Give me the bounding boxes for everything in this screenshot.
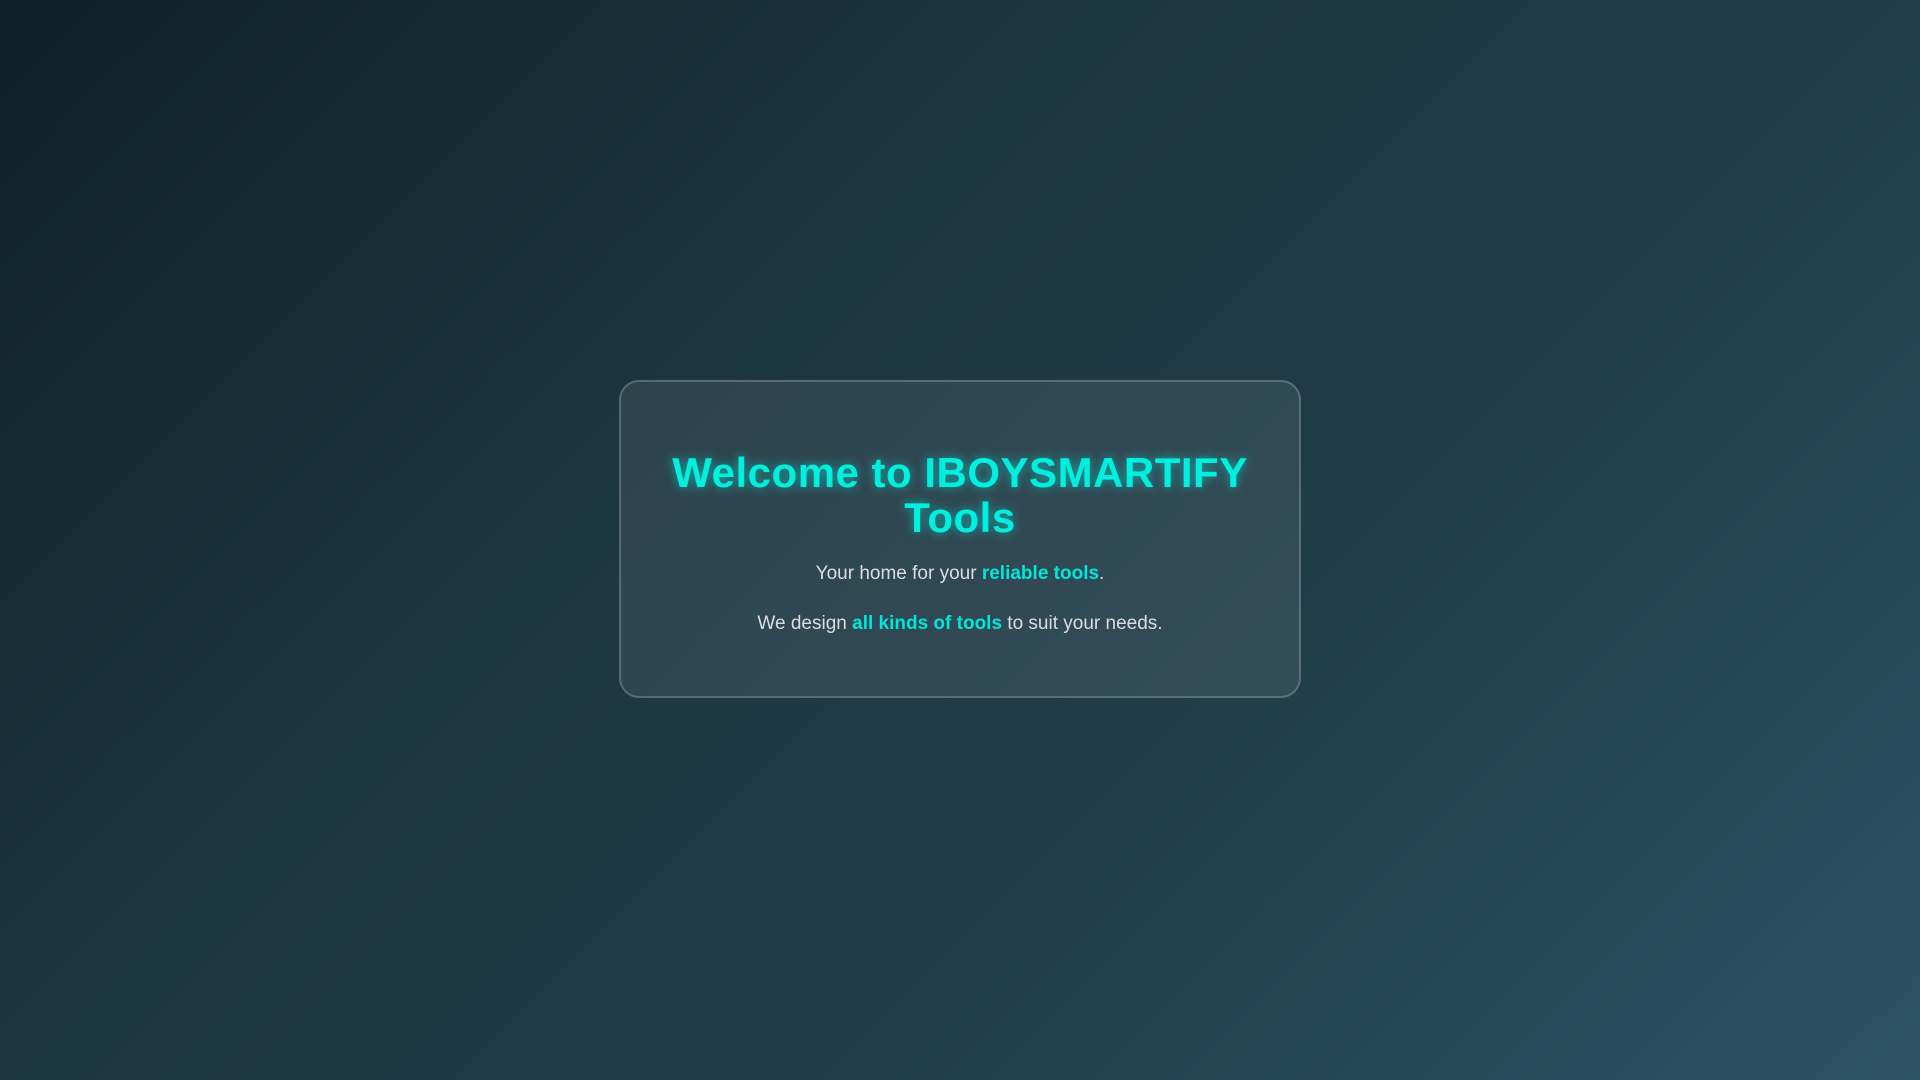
description-prefix: We design xyxy=(757,613,853,634)
tagline: Your home for your reliable tools. xyxy=(621,562,1299,586)
description-suffix: to suit your needs. xyxy=(1002,613,1163,634)
description: We design all kinds of tools to suit you… xyxy=(621,612,1299,636)
title-line-1: Welcome to IBOYSMARTIFY xyxy=(672,449,1248,496)
tagline-highlight: reliable tools xyxy=(981,563,1100,584)
tagline-prefix: Your home for your xyxy=(815,563,982,584)
description-highlight: all kinds of tools xyxy=(852,613,1003,634)
tagline-suffix: . xyxy=(1099,563,1105,584)
welcome-card: Welcome to IBOYSMARTIFY Tools Your home f… xyxy=(619,380,1301,698)
title-line-2: Tools xyxy=(904,494,1016,541)
page-title: Welcome to IBOYSMARTIFY Tools xyxy=(621,450,1299,540)
